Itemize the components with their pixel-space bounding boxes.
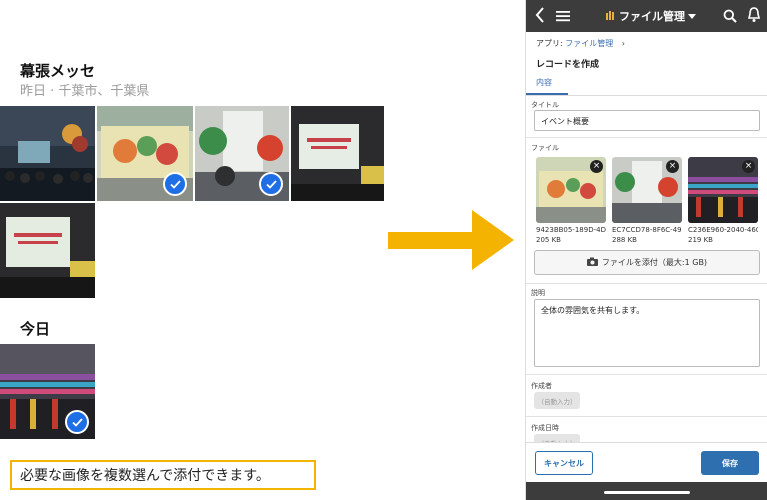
app-switcher[interactable]: ファイル管理 (606, 8, 696, 24)
breadcrumb-prefix: アプリ: (536, 39, 563, 48)
breadcrumb-app-link[interactable]: ファイル管理 (565, 39, 613, 48)
remove-file-icon[interactable]: × (742, 160, 755, 173)
photo-thumbnail-selected[interactable] (97, 106, 193, 201)
search-icon[interactable] (723, 8, 737, 27)
file-size: 288 KB (612, 236, 637, 244)
attached-file-thumbnail[interactable]: × (612, 157, 682, 223)
remove-file-icon[interactable]: × (590, 160, 603, 173)
remove-file-icon[interactable]: × (666, 160, 679, 173)
selected-check-icon (259, 172, 283, 196)
action-bar: キャンセル 保存 (526, 442, 767, 483)
file-size: 205 KB (536, 236, 561, 244)
instruction-caption: 必要な画像を複数選んで添付できます。 (10, 460, 316, 490)
divider (526, 95, 767, 96)
photo-thumbnail[interactable] (0, 106, 95, 201)
cancel-button[interactable]: キャンセル (535, 451, 593, 475)
photo-thumbnail-selected[interactable] (0, 344, 95, 439)
file-field-label: ファイル (531, 144, 559, 152)
top-app-bar: ファイル管理 (526, 0, 767, 32)
divider (526, 374, 767, 375)
mobile-app-screen: ファイル管理 アプリ: ファイル管理 › レコードを作成 内容 タイトル イベン… (525, 0, 767, 500)
page-title: レコードを作成 (536, 60, 600, 70)
home-indicator[interactable] (604, 491, 690, 494)
save-button[interactable]: 保存 (701, 451, 759, 475)
chevron-down-icon (688, 10, 696, 23)
attach-file-label: ファイルを添付（最大:1 GB) (601, 258, 708, 267)
bell-icon[interactable] (747, 7, 761, 27)
file-name: EC7CCD78-8F6C-49C (612, 226, 682, 234)
creator-field-label: 作成者 (531, 382, 552, 390)
app-icon (606, 10, 616, 23)
camera-icon (586, 257, 598, 268)
description-field-label: 説明 (531, 289, 545, 297)
attached-file-thumbnail[interactable]: × (536, 157, 606, 223)
section-subtitle: 昨日 · 千葉市、千葉県 (20, 84, 150, 99)
divider (526, 416, 767, 417)
photo-thumbnail[interactable] (291, 106, 384, 201)
menu-icon[interactable] (556, 8, 570, 27)
photo-thumbnail-selected[interactable] (195, 106, 289, 201)
title-input[interactable]: イベント概要 (534, 110, 760, 131)
chevron-right-icon: › (621, 39, 625, 48)
app-title: ファイル管理 (619, 10, 685, 23)
creator-auto-value: （自動入力） (534, 392, 580, 409)
description-textarea[interactable]: 全体の雰囲気を共有します。 (534, 299, 760, 367)
back-icon[interactable] (534, 6, 546, 28)
attach-file-button[interactable]: ファイルを添付（最大:1 GB) (534, 250, 760, 275)
photo-picker: 幕張メッセ 昨日 · 千葉市、千葉県 今日 必要な画像を複数選んで添付できます。 (0, 0, 390, 500)
attached-file-thumbnail[interactable]: × (688, 157, 758, 223)
divider (526, 283, 767, 284)
file-name: 9423BB05-189D-4DC (536, 226, 606, 234)
file-size: 219 KB (688, 236, 713, 244)
section-title-makuhari: 幕張メッセ (20, 62, 96, 80)
created-datetime-label: 作成日時 (531, 424, 559, 432)
photo-thumbnail[interactable] (0, 203, 95, 298)
selected-check-icon (163, 172, 187, 196)
arrow-right-icon (388, 210, 514, 274)
section-title-today: 今日 (20, 320, 51, 338)
title-field-label: タイトル (531, 101, 559, 109)
file-name: C236E960-2040-4602 (688, 226, 758, 234)
selected-check-icon (65, 410, 89, 434)
breadcrumb: アプリ: ファイル管理 › (536, 38, 625, 49)
divider (526, 137, 767, 138)
